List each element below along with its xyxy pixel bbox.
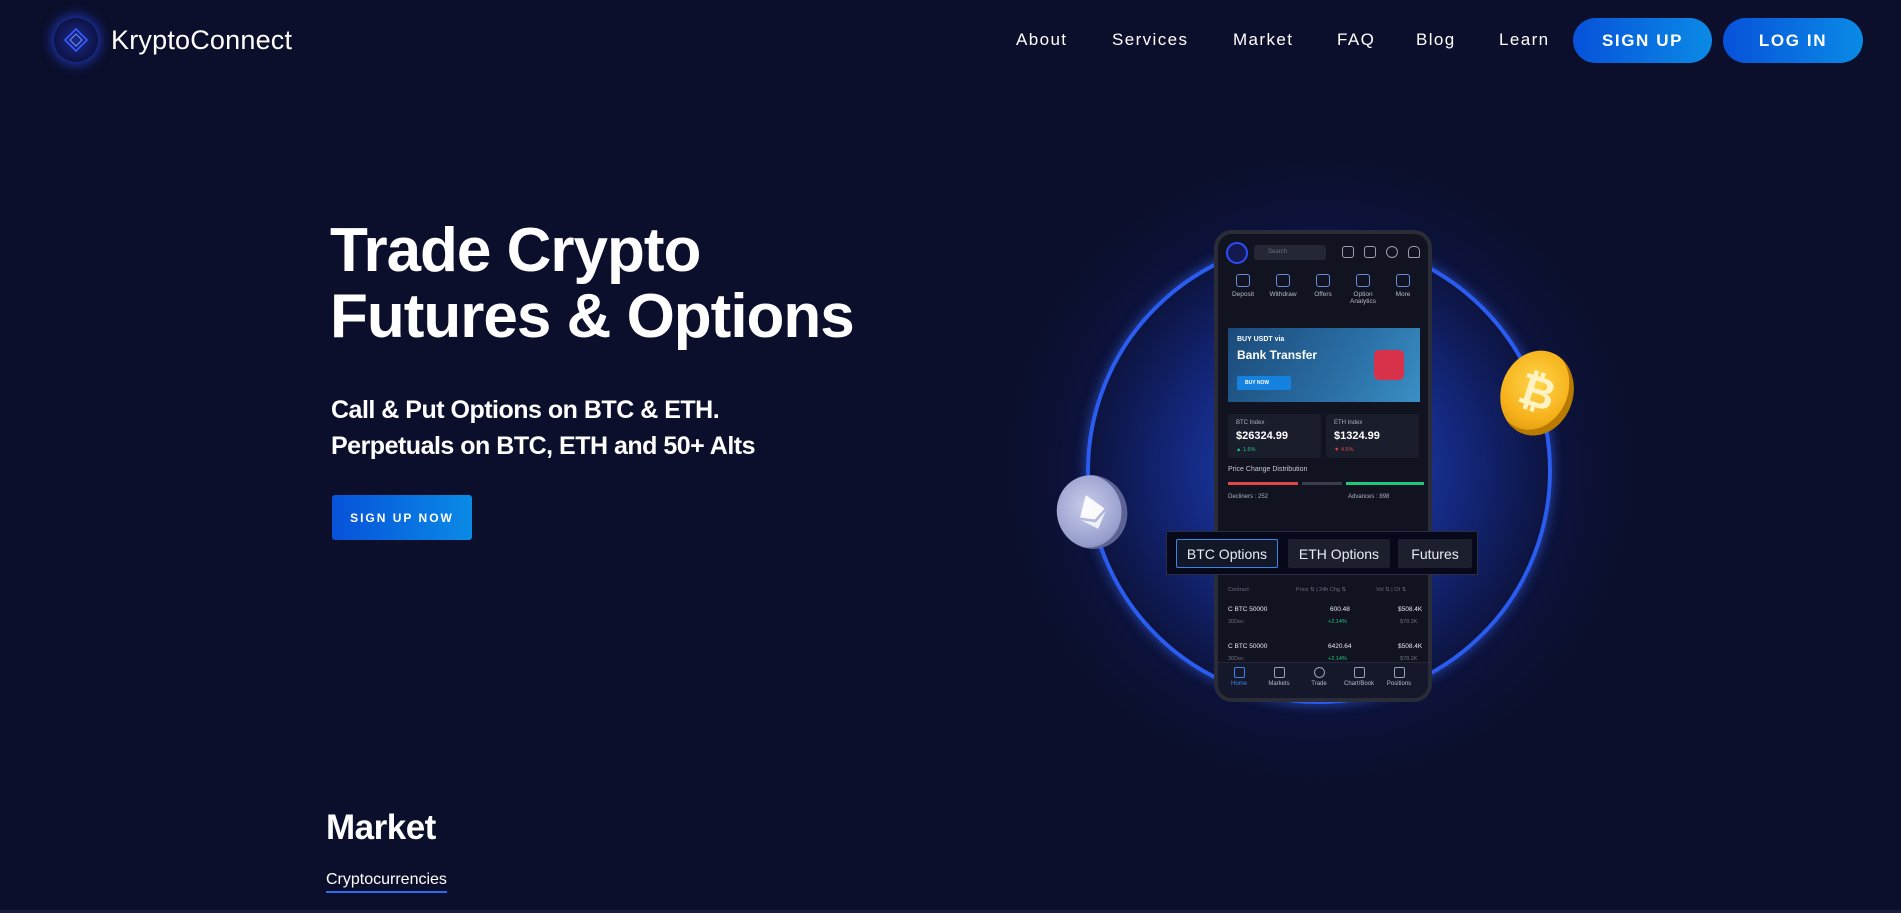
banner-line-2: Bank Transfer [1237, 348, 1318, 362]
phone-quick-actions: Deposit Withdraw Offers Option Analytics… [1224, 274, 1424, 314]
tab-btc-options[interactable]: BTC Options [1176, 539, 1278, 568]
offers-icon [1316, 274, 1330, 287]
nav-home: Home [1220, 667, 1258, 687]
quick-option-analytics: Option Analytics [1344, 274, 1382, 305]
analytics-icon [1356, 274, 1370, 287]
neutral-bar [1302, 482, 1342, 485]
deposit-icon [1236, 274, 1250, 287]
eth-index-change: ▼ 4.5% [1334, 447, 1354, 453]
tab-futures[interactable]: Futures [1398, 539, 1472, 568]
nav-link-faq[interactable]: FAQ [1337, 30, 1375, 50]
hero-title-line-1: Trade Crypto [330, 216, 701, 285]
row-volume: $508.4K [1398, 606, 1423, 613]
row-price: 600.48 [1330, 606, 1350, 613]
candles-icon [1273, 667, 1285, 678]
advances-bar [1346, 482, 1424, 485]
nav-markets: Markets [1260, 667, 1298, 687]
nav-link-about[interactable]: About [1016, 30, 1067, 50]
nav-link-blog[interactable]: Blog [1416, 30, 1456, 50]
hero-signup-button[interactable]: SIGN UP NOW [332, 495, 472, 540]
decliners-count: Decliners : 252 [1228, 494, 1269, 500]
login-button[interactable]: LOG IN [1723, 18, 1863, 63]
chart-icon [1353, 667, 1365, 678]
nav-positions: Positions [1380, 667, 1418, 687]
advances-count: Advances : 898 [1348, 494, 1390, 500]
nav-chartbook: Chart/Book [1340, 667, 1378, 687]
btc-index-label: BTC Index [1236, 420, 1265, 426]
bell-icon [1408, 246, 1420, 258]
btc-index-value: $26324.99 [1236, 430, 1288, 442]
wallet-icon [1364, 246, 1376, 258]
quick-offers: Offers [1304, 274, 1342, 298]
row-date: 30Dec [1228, 619, 1244, 625]
hero-title: Trade Crypto Futures & Options [330, 216, 855, 351]
phone-top-bar: Search [1226, 242, 1420, 264]
phone-mockup: Search Deposit Withdraw Offers Option An… [1214, 230, 1432, 702]
profile-icon [1386, 246, 1398, 258]
nav-link-services[interactable]: Services [1112, 30, 1188, 50]
trade-icon [1313, 667, 1325, 678]
tab-eth-options[interactable]: ETH Options [1288, 539, 1390, 568]
quick-deposit: Deposit [1224, 274, 1262, 298]
eth-index-card: ETH Index $1324.99 ▼ 4.5% [1326, 414, 1419, 458]
eth-index-label: ETH Index [1334, 420, 1363, 426]
eth-index-value: $1324.99 [1334, 430, 1380, 442]
nav-link-market[interactable]: Market [1233, 30, 1293, 50]
quick-more: More [1384, 274, 1422, 298]
decliners-bar [1228, 482, 1298, 485]
row-oi: $78.2K [1400, 619, 1418, 625]
swap-icon [1393, 667, 1405, 678]
quick-withdraw: Withdraw [1264, 274, 1302, 298]
row-change: +2.14% [1328, 619, 1347, 625]
phone-bottom-nav: Home Markets Trade Chart/Book Positions [1218, 662, 1428, 698]
hero-subtitle: Call & Put Options on BTC & ETH. Perpetu… [331, 392, 756, 464]
hero-title-line-2: Futures & Options [330, 282, 855, 351]
signup-button[interactable]: SIGN UP [1573, 18, 1712, 63]
phone-promo-banner: BUY USDT via Bank Transfer BUY NOW [1228, 328, 1420, 402]
nav-link-learn[interactable]: Learn [1499, 30, 1549, 50]
btc-index-change: ▲ 1.5% [1236, 447, 1256, 453]
header-contract: Contract [1228, 587, 1249, 593]
scan-icon [1342, 246, 1354, 258]
banner-button: BUY NOW [1237, 376, 1291, 390]
row-volume: $508.4K [1398, 643, 1423, 650]
banner-line-1: BUY USDT via [1237, 336, 1285, 343]
brand-name: KryptoConnect [111, 24, 293, 55]
product-tabs: BTC Options ETH Options Futures [1166, 531, 1478, 575]
phone-logo-icon [1226, 242, 1248, 264]
grid-icon [1396, 274, 1410, 287]
table-row: C BTC 50000 30Dec 600.48 +2.14% $508.4K … [1228, 606, 1424, 632]
hero-subtitle-line-1: Call & Put Options on BTC & ETH. [331, 396, 720, 424]
tab-cryptocurrencies[interactable]: Cryptocurrencies [326, 871, 447, 893]
market-section-title: Market [326, 808, 436, 847]
nav-trade: Trade [1300, 667, 1338, 687]
phone-search: Search [1254, 245, 1326, 260]
price-distribution-title: Price Change Distribution [1228, 466, 1308, 473]
row-price: 6420.64 [1328, 643, 1352, 650]
logo-diamond-icon [54, 18, 98, 62]
btc-index-card: BTC Index $26324.99 ▲ 1.5% [1228, 414, 1321, 458]
withdraw-icon [1276, 274, 1290, 287]
home-icon [1233, 667, 1245, 678]
header-price: Price ⇅ | 24h Chg ⇅ [1296, 587, 1347, 593]
wallet-illustration-icon [1374, 350, 1404, 380]
row-contract: C BTC 50000 [1228, 643, 1268, 650]
brand-logo[interactable]: KryptoConnect [54, 18, 292, 62]
header-volume: Vol ⇅ | OI ⇅ [1376, 587, 1407, 593]
row-contract: C BTC 50000 [1228, 606, 1268, 613]
hero-subtitle-line-2: Perpetuals on BTC, ETH and 50+ Alts [331, 432, 756, 460]
top-navbar: KryptoConnect About Services Market FAQ … [0, 0, 1901, 80]
